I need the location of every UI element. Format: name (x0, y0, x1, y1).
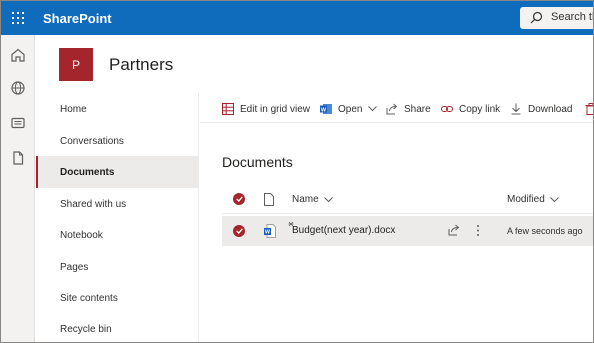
share-icon (386, 103, 398, 115)
site-title[interactable]: Partners (109, 55, 173, 75)
download-label: Download (528, 103, 573, 115)
row-more-actions-button[interactable] (476, 224, 480, 240)
chevron-down-icon (323, 196, 333, 202)
nav-item-label: Site contents (60, 292, 118, 304)
modified-cell: A few seconds ago (507, 226, 583, 236)
modified-column-label: Modified (507, 194, 545, 205)
nav-item-shared-with-us[interactable]: Shared with us (36, 188, 198, 220)
nav-item-label: Pages (60, 261, 89, 273)
app-bar (1, 35, 35, 342)
row-share-button[interactable] (448, 224, 460, 239)
nav-item-site-contents[interactable]: Site contents (36, 282, 198, 314)
file-name-link[interactable]: Budget(next year).docx (292, 225, 395, 236)
table-row[interactable]: W Budget(next year).docx A few seconds a… (222, 216, 593, 246)
row-checkbox[interactable] (233, 225, 245, 237)
nav-item-label: Documents (60, 166, 115, 178)
share-button[interactable]: Share (386, 102, 431, 116)
edit-grid-view-label: Edit in grid view (240, 103, 311, 115)
copy-link-button[interactable]: Copy link (441, 102, 500, 116)
library-title: Documents (222, 154, 293, 170)
search-icon (530, 11, 543, 24)
nav-item-pages[interactable]: Pages (36, 251, 198, 283)
modified-column-header[interactable]: Modified (507, 194, 559, 205)
app-launcher-button[interactable] (1, 1, 35, 35)
suite-bar: SharePoint Search th (1, 1, 594, 35)
file-type-column-header[interactable] (264, 193, 274, 206)
copy-link-label: Copy link (459, 103, 501, 115)
site-navigation: Home Conversations Documents Shared with… (36, 93, 199, 342)
word-doc-icon: W (264, 224, 276, 238)
waffle-icon (12, 12, 24, 24)
download-button[interactable]: Download (510, 102, 572, 116)
chevron-down-icon (549, 196, 559, 202)
name-column-header[interactable]: Name (292, 194, 333, 205)
document-icon[interactable] (10, 150, 26, 166)
nav-item-conversations[interactable]: Conversations (36, 125, 198, 157)
nav-item-home[interactable]: Home (36, 93, 198, 125)
link-icon (441, 106, 453, 112)
nav-item-label: Home (60, 103, 87, 115)
site-logo-letter: P (71, 57, 80, 72)
nav-item-label: Notebook (60, 229, 103, 241)
file-type-cell: W (264, 224, 276, 241)
select-all-checkbox[interactable] (233, 193, 245, 205)
more-vertical-icon (477, 225, 479, 236)
delete-icon (585, 103, 593, 115)
nav-item-documents[interactable]: Documents (36, 156, 198, 188)
nav-item-label: Recycle bin (60, 323, 112, 335)
grid-icon (222, 103, 234, 115)
checkmark-circle-icon (233, 225, 245, 237)
list-header: Name Modified (222, 186, 593, 214)
svg-text:W: W (321, 107, 327, 113)
nav-item-notebook[interactable]: Notebook (36, 219, 198, 251)
command-bar: Edit in grid view W Open Share Copy link… (200, 93, 593, 123)
delete-button[interactable] (585, 102, 593, 116)
open-label: Open (338, 103, 363, 115)
word-icon: W (320, 104, 332, 114)
search-box[interactable]: Search th (520, 7, 594, 29)
checkmark-circle-icon (233, 193, 245, 205)
download-icon (511, 103, 521, 115)
globe-icon[interactable] (10, 80, 26, 96)
name-column-label: Name (292, 194, 319, 205)
share-icon (448, 224, 460, 236)
edit-grid-view-button[interactable]: Edit in grid view (222, 102, 310, 116)
svg-text:W: W (265, 230, 271, 236)
chevron-down-icon (368, 106, 378, 112)
nav-item-recycle-bin[interactable]: Recycle bin (36, 313, 198, 342)
nav-item-label: Shared with us (60, 198, 127, 210)
nav-item-label: Conversations (60, 135, 124, 147)
home-icon[interactable] (10, 47, 26, 63)
file-icon (264, 193, 274, 206)
site-logo[interactable]: P (59, 48, 93, 81)
search-placeholder: Search th (551, 11, 594, 23)
share-label: Share (404, 103, 431, 115)
news-icon[interactable] (10, 115, 26, 131)
sharepoint-window: SharePoint Search th P Partners Home Con… (0, 0, 594, 343)
brand-name[interactable]: SharePoint (43, 11, 112, 26)
open-button[interactable]: W Open (320, 102, 378, 116)
